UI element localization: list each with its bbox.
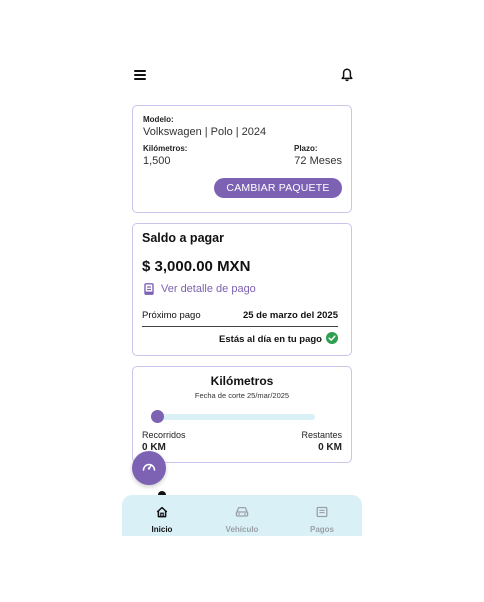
remaining-label: Restantes	[301, 430, 342, 440]
traveled-label: Recorridos	[142, 430, 186, 440]
hamburger-icon[interactable]	[134, 70, 146, 80]
divider	[142, 326, 338, 327]
term-label: Plazo:	[294, 144, 318, 153]
change-package-button[interactable]: CAMBIAR PAQUETE	[214, 178, 342, 198]
payment-detail-label: Ver detalle de pago	[161, 283, 256, 295]
payment-status-text: Estás al día en tu pago	[219, 334, 322, 345]
vehicle-card: Modelo: Volkswagen | Polo | 2024 Kilómet…	[132, 105, 352, 213]
km-progress-thumb	[151, 410, 164, 423]
top-bar	[122, 58, 362, 94]
home-icon	[156, 505, 168, 523]
app-screen: Modelo: Volkswagen | Polo | 2024 Kilómet…	[122, 58, 362, 536]
balance-card: Saldo a pagar $ 3,000.00 MXN Ver detalle…	[132, 223, 352, 356]
nav-label-vehicle: Vehículo	[225, 525, 259, 534]
nav-item-payments[interactable]: Pagos	[292, 505, 352, 534]
payment-detail-link[interactable]: Ver detalle de pago	[144, 283, 256, 295]
km-value: 1,500	[143, 155, 171, 167]
km-progress-track	[151, 414, 315, 420]
kilometers-card: Kilómetros Fecha de corte 25/mar/2025 Re…	[132, 366, 352, 463]
nav-item-home[interactable]: Inicio	[132, 505, 192, 534]
payment-status: Estás al día en tu pago	[219, 332, 338, 347]
check-circle-icon	[326, 332, 338, 347]
speedometer-icon	[142, 459, 156, 477]
next-payment-label: Próximo pago	[142, 310, 201, 321]
balance-title: Saldo a pagar	[142, 231, 224, 245]
kilometers-title: Kilómetros	[210, 374, 274, 388]
bell-icon[interactable]	[341, 68, 353, 82]
receipt-icon	[144, 283, 154, 295]
nav-label-payments: Pagos	[309, 525, 334, 534]
balance-amount: $ 3,000.00 MXN	[142, 258, 251, 275]
term-value: 72 Meses	[294, 155, 342, 167]
km-label: Kilómetros:	[143, 144, 188, 153]
nav-label-home: Inicio	[151, 525, 173, 534]
bottom-nav: Inicio Vehículo Pagos	[122, 495, 362, 536]
next-payment-date: 25 de marzo del 2025	[242, 310, 338, 321]
car-icon	[235, 505, 249, 523]
nav-item-vehicle[interactable]: Vehículo	[212, 505, 272, 534]
model-value: Volkswagen | Polo | 2024	[143, 126, 267, 138]
model-label: Modelo:	[143, 115, 174, 124]
wallet-icon	[316, 505, 328, 523]
speedometer-button[interactable]	[132, 451, 166, 485]
cutoff-date: Fecha de corte 25/mar/2025	[194, 391, 290, 400]
remaining-value: 0 KM	[318, 442, 342, 453]
